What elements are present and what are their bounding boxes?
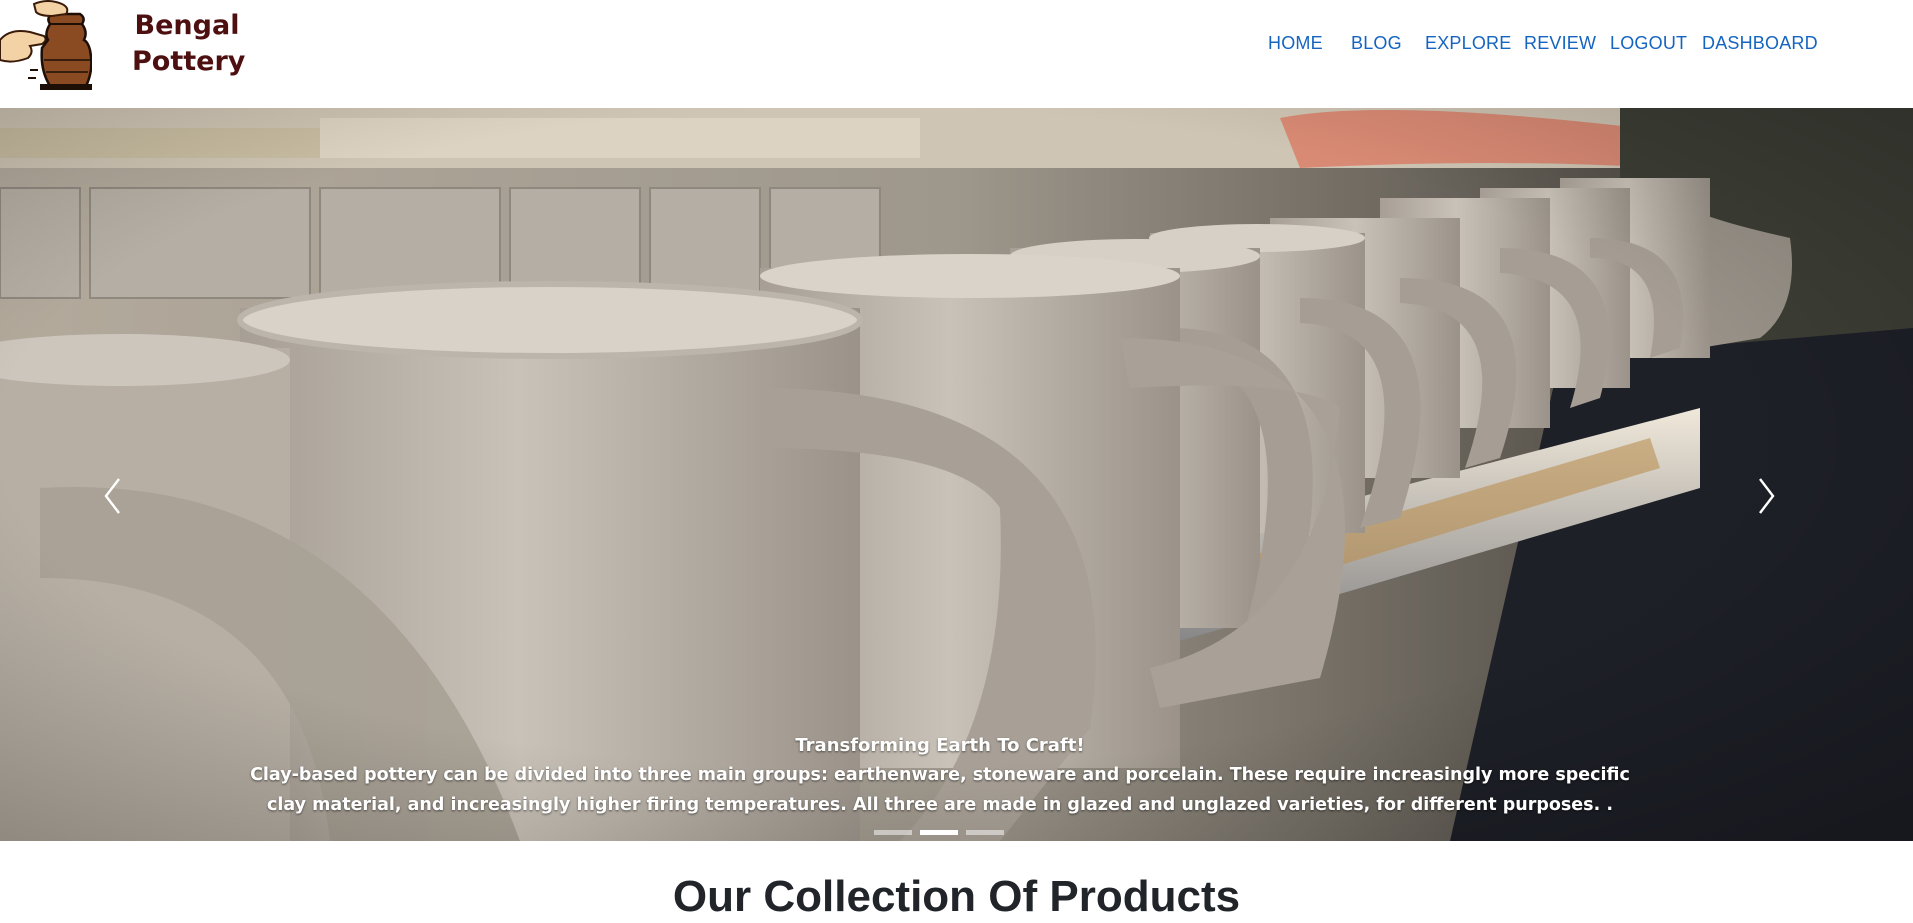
carousel-caption-text: Clay-based pottery can be divided into t… (250, 765, 1630, 815)
carousel-prev-button[interactable] (83, 461, 143, 531)
carousel-indicators (874, 830, 1004, 836)
nav-home-link[interactable]: HOME (1268, 32, 1323, 54)
hero-carousel: Transforming Earth To Craft! Clay-based … (0, 108, 1913, 841)
main-nav: HOME BLOG EXPLORE REVIEW LOGOUT DASHBOAR… (0, 32, 1913, 54)
nav-review-link[interactable]: REVIEW (1524, 32, 1596, 54)
chevron-left-icon (104, 478, 120, 514)
navbar: Bengal Pottery HOME BLOG EXPLORE REVIEW … (0, 0, 1913, 108)
hero-image-pottery-mugs (0, 108, 1913, 841)
nav-logout-link[interactable]: LOGOUT (1610, 32, 1687, 54)
carousel-indicator-2[interactable] (920, 830, 958, 835)
chevron-right-icon (1759, 478, 1775, 514)
carousel-indicator-3[interactable] (966, 830, 1004, 835)
carousel-next-button[interactable] (1736, 461, 1796, 531)
nav-dashboard-link[interactable]: DASHBOARD (1702, 32, 1818, 54)
nav-blog-link[interactable]: BLOG (1351, 32, 1402, 54)
nav-explore-link[interactable]: EXPLORE (1425, 32, 1511, 54)
carousel-indicator-1[interactable] (874, 830, 912, 835)
carousel-caption-title: Transforming Earth To Craft! (795, 735, 1085, 756)
collection-section-title: Our Collection Of Products (672, 872, 1241, 921)
